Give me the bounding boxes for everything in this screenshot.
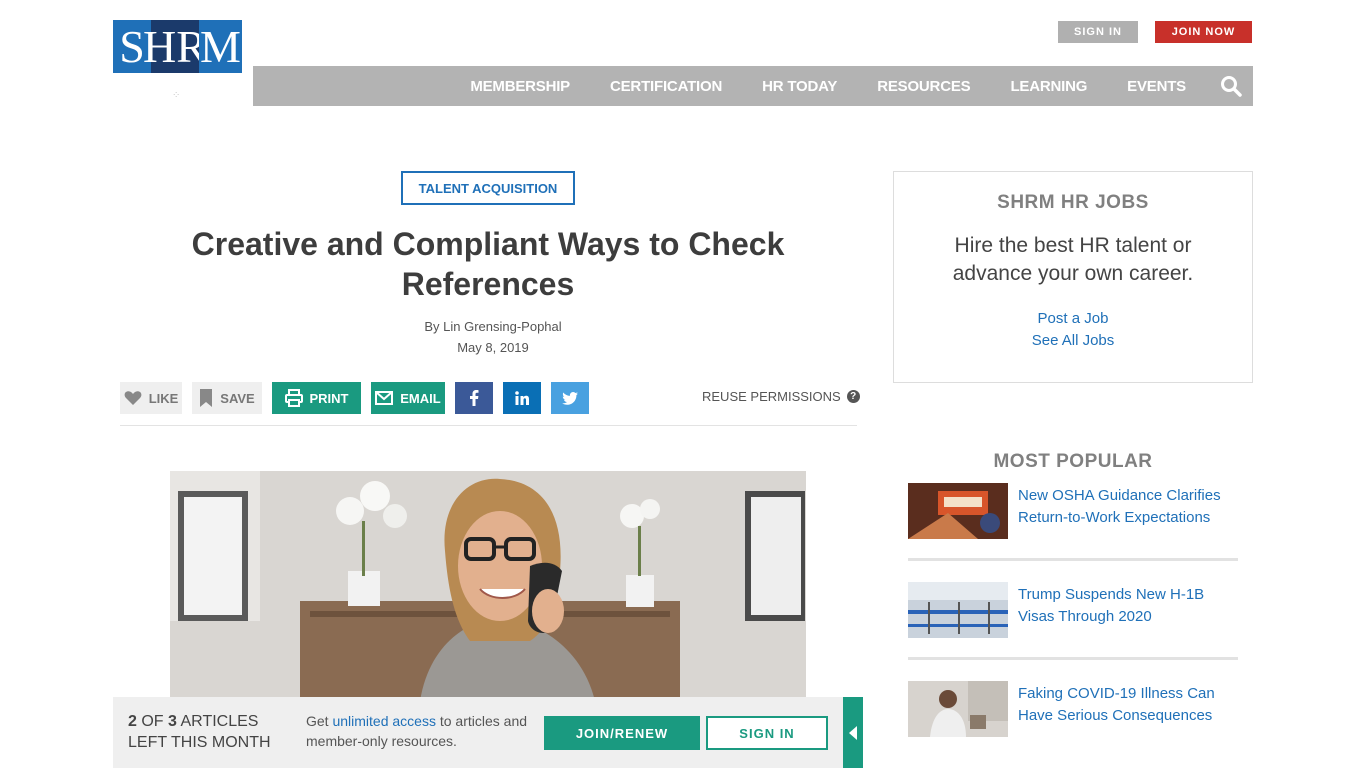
decorative-dot-icon: ⁘ xyxy=(172,90,181,101)
linkedin-share-button[interactable] xyxy=(503,382,541,414)
join-renew-button[interactable]: JOIN/RENEW xyxy=(544,716,700,750)
save-label: SAVE xyxy=(220,390,255,406)
printer-icon xyxy=(284,389,303,407)
meter-sign-in-button[interactable]: SIGN IN xyxy=(706,716,828,750)
reuse-permissions-label: REUSE PERMISSIONS xyxy=(702,389,841,404)
popular-item[interactable]: New OSHA Guidance Clarifies Return-to-Wo… xyxy=(908,483,1238,539)
unlimited-access-link[interactable]: unlimited access xyxy=(332,713,436,729)
twitter-icon xyxy=(562,391,578,405)
nav-item-resources[interactable]: RESOURCES xyxy=(877,78,970,95)
collapse-meter-button[interactable] xyxy=(843,697,863,768)
nav-item-learning[interactable]: LEARNING xyxy=(1010,78,1087,95)
main-nav: MEMBERSHIP CERTIFICATION HR TODAY RESOUR… xyxy=(253,66,1253,106)
twitter-share-button[interactable] xyxy=(551,382,589,414)
meter-message: Get unlimited access to articles and mem… xyxy=(306,713,528,749)
popular-divider xyxy=(908,558,1238,561)
popular-item[interactable]: Trump Suspends New H-1B Visas Through 20… xyxy=(908,582,1238,638)
most-popular-heading: MOST POPULAR xyxy=(993,451,1153,472)
chevron-left-icon xyxy=(849,725,857,740)
linkedin-icon xyxy=(515,391,529,405)
article-byline: By Lin Grensing-Pophal xyxy=(424,319,562,334)
facebook-share-button[interactable] xyxy=(455,382,493,414)
header-join-now-button[interactable]: JOIN NOW xyxy=(1155,21,1252,43)
popular-divider xyxy=(908,657,1238,660)
articles-remaining-counter: 2 OF 3 ARTICLES LEFT THIS MONTH xyxy=(128,713,271,751)
post-a-job-link[interactable]: Post a Job xyxy=(894,310,1252,327)
search-icon[interactable] xyxy=(1219,74,1243,98)
save-button[interactable]: SAVE xyxy=(192,382,262,414)
popular-item-thumbnail xyxy=(908,483,1008,539)
category-tag[interactable]: TALENT ACQUISITION xyxy=(401,171,575,205)
nav-item-events[interactable]: EVENTS xyxy=(1127,78,1186,95)
print-button[interactable]: PRINT xyxy=(272,382,361,414)
article-meter-bar: 2 OF 3 ARTICLES LEFT THIS MONTH Get unli… xyxy=(113,697,843,768)
email-label: EMAIL xyxy=(400,390,441,406)
popular-item-thumbnail xyxy=(908,681,1008,737)
hr-jobs-heading: SHRM HR JOBS xyxy=(997,192,1149,213)
nav-item-certification[interactable]: CERTIFICATION xyxy=(610,78,722,95)
header-sign-in-button[interactable]: SIGN IN xyxy=(1058,21,1138,43)
like-label: LIKE xyxy=(148,390,179,406)
bookmark-icon xyxy=(200,389,213,407)
actions-divider xyxy=(120,425,857,426)
popular-item-title: New OSHA Guidance Clarifies Return-to-Wo… xyxy=(1018,487,1221,526)
envelope-icon xyxy=(375,391,394,405)
see-all-jobs-link[interactable]: See All Jobs xyxy=(894,332,1252,349)
facebook-icon xyxy=(470,390,479,406)
article-title: Creative and Compliant Ways to Check Ref… xyxy=(191,226,785,302)
popular-item[interactable]: Faking COVID-19 Illness Can Have Serious… xyxy=(908,681,1238,737)
shrm-logo[interactable]: S HR M xyxy=(113,20,242,73)
reuse-permissions-link[interactable]: REUSE PERMISSIONS ? xyxy=(702,389,860,404)
logo-letters-hr: HR xyxy=(143,20,207,73)
popular-item-title: Faking COVID-19 Illness Can Have Serious… xyxy=(1018,685,1215,724)
hr-jobs-widget: SHRM HR JOBS Hire the best HR talent or … xyxy=(893,171,1253,383)
nav-item-membership[interactable]: MEMBERSHIP xyxy=(470,78,570,95)
nav-item-hr-today[interactable]: HR TODAY xyxy=(762,78,837,95)
email-button[interactable]: EMAIL xyxy=(371,382,445,414)
help-icon: ? xyxy=(846,390,860,403)
logo-letter-m: M xyxy=(199,20,242,73)
print-label: PRINT xyxy=(309,390,349,406)
popular-item-thumbnail xyxy=(908,582,1008,638)
article-date: May 8, 2019 xyxy=(457,340,529,355)
heart-icon xyxy=(124,391,142,405)
popular-item-title: Trump Suspends New H-1B Visas Through 20… xyxy=(1018,586,1205,625)
hr-jobs-subtitle: Hire the best HR talent or advance your … xyxy=(952,234,1194,285)
like-button[interactable]: LIKE xyxy=(120,382,182,414)
article-hero-image xyxy=(170,471,806,701)
article-actions: LIKE SAVE PRINT EMAIL xyxy=(120,382,589,414)
